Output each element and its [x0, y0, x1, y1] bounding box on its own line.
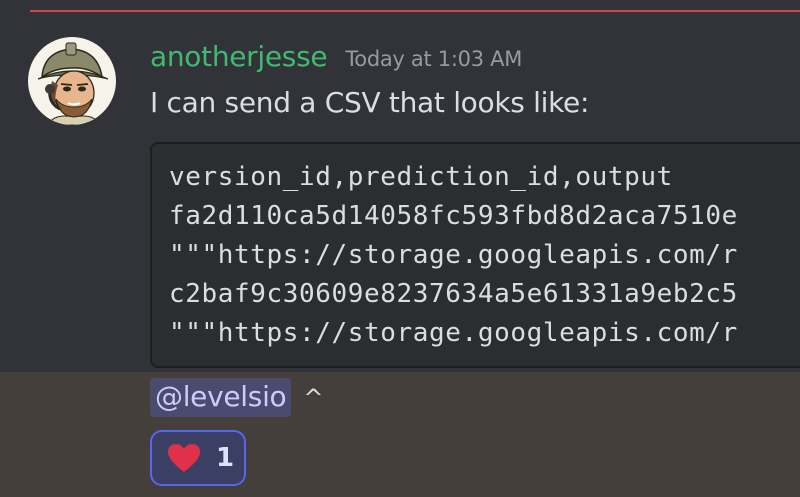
code-line: """https://storage.googleapis.com/r — [169, 240, 738, 270]
code-block: version_id,prediction_id,output fa2d110c… — [150, 142, 800, 368]
heart-icon — [168, 444, 200, 472]
message-text: I can send a CSV that looks like: — [150, 86, 590, 119]
user-mention[interactable]: @levelsio — [150, 378, 292, 417]
timestamp: Today at 1:03 AM — [345, 47, 523, 71]
code-line: version_id,prediction_id,output — [169, 162, 673, 192]
reply-message: @levelsio ^ — [150, 378, 324, 417]
reaction-button[interactable]: 1 — [150, 430, 246, 486]
username[interactable]: anotherjesse — [150, 40, 328, 73]
code-line: """https://storage.googleapis.com/r — [169, 318, 738, 348]
code-line: c2baf9c30609e8237634a5e61331a9eb2c5 — [169, 279, 738, 309]
chat-message: anotherjesse Today at 1:03 AM I can send… — [0, 0, 800, 372]
avatar[interactable] — [28, 37, 116, 125]
reply-text: ^ — [303, 383, 324, 412]
chat-view: anotherjesse Today at 1:03 AM I can send… — [0, 0, 800, 497]
reaction-count: 1 — [216, 443, 235, 473]
avatar-illustration — [37, 42, 109, 125]
mention-highlight-row — [0, 372, 800, 497]
message-header: anotherjesse Today at 1:03 AM — [150, 40, 522, 80]
code-line: fa2d110ca5d14058fc593fbd8d2aca7510e — [169, 201, 738, 231]
